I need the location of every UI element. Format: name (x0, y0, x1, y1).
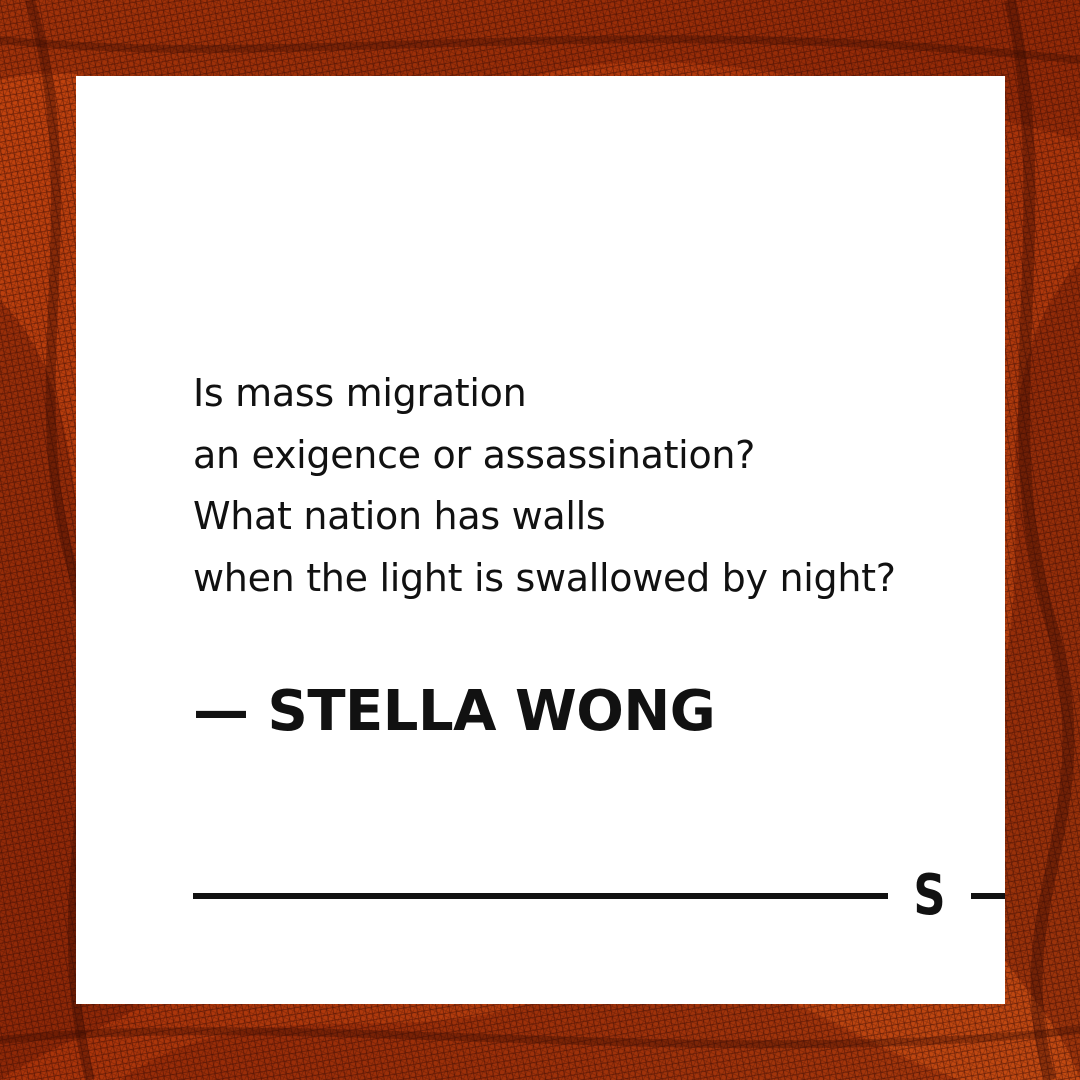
quote-line: What nation has walls (193, 494, 606, 538)
divider-line-left (193, 893, 888, 899)
quote-line: when the light is swallowed by night? (193, 555, 896, 600)
quote-line: Is mass migration (193, 371, 527, 415)
quote-line: an exigence or assassination? (193, 432, 756, 477)
brand-s-logo: S (913, 863, 946, 928)
quote-card: Is mass migration an exigence or assassi… (76, 76, 1005, 1004)
quote-text: Is mass migration an exigence or assassi… (193, 363, 896, 609)
divider-line-right (971, 893, 1005, 899)
author-attribution: — STELLA WONG (193, 679, 716, 744)
